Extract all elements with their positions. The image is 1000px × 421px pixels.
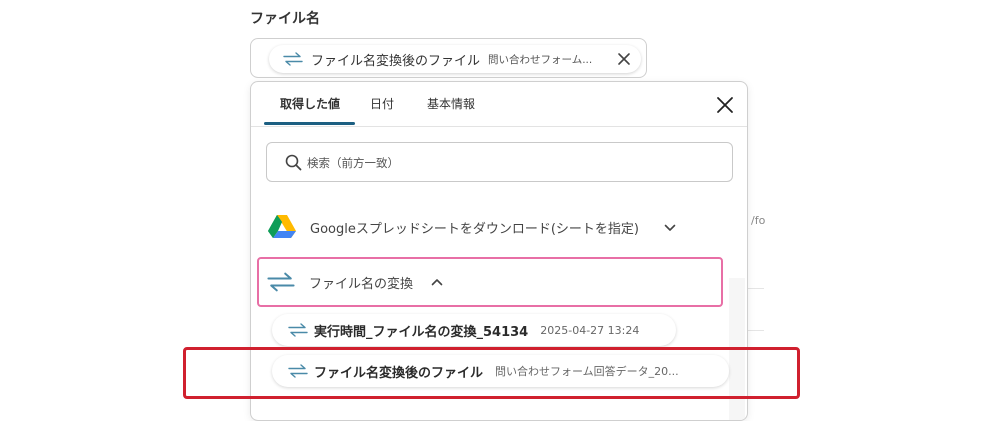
close-icon[interactable] (617, 52, 631, 66)
tab-retrieved-values[interactable]: 取得した値 (280, 95, 340, 112)
transform-arrows-icon (288, 323, 308, 337)
file-name-field[interactable]: ファイル名変換後のファイル 問い合わせフォーム... (250, 38, 647, 78)
field-label: ファイル名 (250, 11, 320, 27)
scrollbar[interactable] (729, 278, 745, 420)
section-label: Googleスプレッドシートをダウンロード(シートを指定) (310, 222, 639, 237)
tab-bar: 取得した値 日付 基本情報 (251, 82, 747, 127)
active-tab-indicator (264, 122, 355, 125)
selected-value-chip[interactable]: ファイル名変換後のファイル 問い合わせフォーム... (269, 45, 641, 73)
background-divider (748, 288, 764, 289)
section-google-sheets-download[interactable]: Googleスプレッドシートをダウンロード(シートを指定) (257, 202, 723, 252)
item-label: 実行時間_ファイル名の変換_54134 (314, 324, 529, 340)
search-icon (285, 154, 302, 171)
transform-arrows-icon (283, 52, 303, 66)
tab-date[interactable]: 日付 (370, 95, 394, 112)
search-input[interactable] (305, 152, 709, 174)
background-text-fragment: /fo (751, 214, 766, 227)
chip-label: ファイル名変換後のファイル (311, 53, 481, 69)
item-value: 2025-04-27 13:24 (540, 323, 640, 337)
section-file-name-transform[interactable]: ファイル名の変換 (257, 257, 723, 307)
google-drive-icon (268, 215, 296, 238)
value-picker-panel: 取得した値 日付 基本情報 Googleスプレッドシートをダウンロード(シートを… (250, 81, 748, 421)
background-divider (748, 330, 764, 331)
tab-basic-info[interactable]: 基本情報 (427, 95, 475, 112)
item-label: ファイル名変換後のファイル (314, 365, 484, 381)
transform-arrows-icon (267, 272, 295, 292)
chevron-down-icon (664, 224, 676, 231)
chip-value: 問い合わせフォーム... (488, 53, 593, 66)
transform-arrows-icon (288, 364, 308, 378)
search-box (266, 142, 733, 182)
section-label: ファイル名の変換 (309, 277, 414, 292)
list-item[interactable]: ファイル名変換後のファイル 問い合わせフォーム回答データ_20... (272, 355, 729, 387)
close-icon[interactable] (715, 95, 735, 115)
list-item[interactable]: 実行時間_ファイル名の変換_54134 2025-04-27 13:24 (272, 314, 676, 346)
chevron-up-icon (431, 279, 443, 286)
item-value: 問い合わせフォーム回答データ_20... (495, 365, 679, 378)
